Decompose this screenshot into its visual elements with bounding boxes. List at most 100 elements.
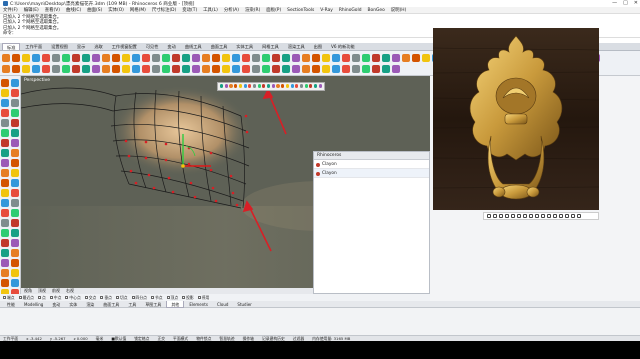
toolbar-row1-tool-icon[interactable] <box>322 54 330 62</box>
left-tool-tool-icon[interactable] <box>1 199 9 207</box>
left-tool-alt-tool-icon[interactable] <box>11 99 19 107</box>
floating-tool-icon[interactable] <box>234 84 238 88</box>
menu-panels[interactable]: 面板(P) <box>266 7 281 13</box>
toolbar-row1-tool-icon[interactable] <box>352 54 360 62</box>
toolbar-row1-tool-icon[interactable] <box>252 54 260 62</box>
btab-sketch-tools[interactable]: 草图工具 <box>141 301 165 308</box>
left-tool-alt-tool-icon[interactable] <box>11 119 19 127</box>
toolbar-row2-tool-icon[interactable] <box>62 65 70 73</box>
floating-tool-icon[interactable] <box>238 84 242 88</box>
toolbar-row1-tool-icon[interactable] <box>372 54 380 62</box>
floating-toolbar[interactable] <box>217 82 325 91</box>
toolbar-row2-tool-icon[interactable] <box>352 65 360 73</box>
osnap-checkbox[interactable] <box>65 296 69 299</box>
toolbar-row1-tool-icon[interactable] <box>212 54 220 62</box>
toolbar-row2-tool-icon[interactable] <box>22 65 30 73</box>
left-tool-alt-tool-icon[interactable] <box>11 79 19 87</box>
toolbar-row2-tool-icon[interactable] <box>102 65 110 73</box>
photo-tool-icon[interactable] <box>487 214 491 218</box>
floating-tool-icon[interactable] <box>267 84 271 88</box>
toolbar-row1-tool-icon[interactable] <box>2 54 10 62</box>
left-tool-tool-icon[interactable] <box>1 239 9 247</box>
left-tool-tool-icon[interactable] <box>1 79 9 87</box>
toolbar-row1-tool-icon[interactable] <box>62 54 70 62</box>
toolbar-row2-tool-icon[interactable] <box>42 65 50 73</box>
toolbar-row1-tool-icon[interactable] <box>312 54 320 62</box>
tab-standard[interactable]: 标准 <box>2 43 21 50</box>
close-button[interactable]: ✕ <box>634 0 638 6</box>
floating-tool-icon[interactable] <box>224 84 228 88</box>
tab-viewport-layout[interactable]: 工作视窗配置 <box>107 43 141 50</box>
tab-solid-tools[interactable]: 实体工具 <box>232 43 258 50</box>
floating-tool-icon[interactable] <box>318 84 322 88</box>
left-tool-tool-icon[interactable] <box>1 159 9 167</box>
left-tool-tool-icon[interactable] <box>1 209 9 217</box>
osnap-checkbox[interactable] <box>182 296 186 299</box>
toolbar-row2-tool-icon[interactable] <box>112 65 120 73</box>
osnap-checkbox[interactable] <box>3 296 6 299</box>
menu-transform[interactable]: 变动(T) <box>182 7 197 13</box>
toolbar-row2-tool-icon[interactable] <box>172 65 180 73</box>
left-tool-alt-tool-icon[interactable] <box>11 219 19 227</box>
photo-tool-icon[interactable] <box>535 214 539 218</box>
osnap-checkbox[interactable] <box>131 296 135 299</box>
floating-tool-icon[interactable] <box>220 84 224 88</box>
toolbar-row2-tool-icon[interactable] <box>52 65 60 73</box>
photo-tool-icon[interactable] <box>577 214 581 218</box>
toolbar-row1-tool-icon[interactable] <box>282 54 290 62</box>
left-tool-tool-icon[interactable] <box>1 179 9 187</box>
toolbar-row1-tool-icon[interactable] <box>412 54 420 62</box>
floating-tool-icon[interactable] <box>229 84 233 88</box>
photo-tool-icon[interactable] <box>547 214 551 218</box>
toolbar-row1-tool-icon[interactable] <box>192 54 200 62</box>
left-tool-tool-icon[interactable] <box>1 89 9 97</box>
floating-tool-icon[interactable] <box>309 84 313 88</box>
floating-tool-icon[interactable] <box>290 84 294 88</box>
menu-solid[interactable]: 实体(O) <box>108 7 124 13</box>
left-tool-tool-icon[interactable] <box>1 279 9 287</box>
tab-visibility[interactable]: 可见性 <box>141 43 163 50</box>
viewport-label[interactable]: Perspective <box>24 78 50 83</box>
photo-tool-icon[interactable] <box>553 214 557 218</box>
left-tool-alt-tool-icon[interactable] <box>11 209 19 217</box>
osnap-checkbox[interactable] <box>18 296 22 299</box>
left-tool-alt-tool-icon[interactable] <box>11 109 19 117</box>
left-tool-tool-icon[interactable] <box>1 129 9 137</box>
menu-rhinogold[interactable]: RhinoGold <box>339 8 362 13</box>
left-tool-tool-icon[interactable] <box>1 109 9 117</box>
toolbar-row1-tool-icon[interactable] <box>32 54 40 62</box>
toolbar-row1-tool-icon[interactable] <box>232 54 240 62</box>
toolbar-row1-tool-icon[interactable] <box>152 54 160 62</box>
left-tool-alt-tool-icon[interactable] <box>11 199 19 207</box>
photo-tool-icon[interactable] <box>511 214 515 218</box>
left-tool-tool-icon[interactable] <box>1 219 9 227</box>
toolbar-row2-tool-icon[interactable] <box>392 65 400 73</box>
menu-render[interactable]: 渲染(R) <box>245 7 260 13</box>
left-tool-alt-tool-icon[interactable] <box>11 129 19 137</box>
left-tool-tool-icon[interactable] <box>1 229 9 237</box>
photo-tool-icon[interactable] <box>493 214 497 218</box>
toolbar-row2-tool-icon[interactable] <box>2 65 10 73</box>
btab-studier[interactable]: Studier <box>233 301 255 308</box>
menu-surface[interactable]: 曲面(S) <box>87 7 102 13</box>
menu-mesh[interactable]: 网格(M) <box>130 7 146 13</box>
toolbar-row1-tool-icon[interactable] <box>42 54 50 62</box>
photo-tool-icon[interactable] <box>517 214 521 218</box>
toolbar-row2-tool-icon[interactable] <box>212 65 220 73</box>
toolbar-row1-tool-icon[interactable] <box>172 54 180 62</box>
left-tool-alt-tool-icon[interactable] <box>11 169 19 177</box>
photo-tool-icon[interactable] <box>499 214 503 218</box>
floating-tool-icon[interactable] <box>281 84 285 88</box>
tab-drafting[interactable]: 出图 <box>309 43 327 50</box>
osnap-checkbox[interactable] <box>49 296 53 299</box>
toolbar-row2-tool-icon[interactable] <box>182 65 190 73</box>
toolbar-row2-tool-icon[interactable] <box>222 65 230 73</box>
toolbar-row2-tool-icon[interactable] <box>302 65 310 73</box>
left-tool-alt-tool-icon[interactable] <box>11 259 19 267</box>
toolbar-row1-tool-icon[interactable] <box>22 54 30 62</box>
menu-bongeo[interactable]: BonGeo <box>368 8 385 13</box>
left-tool-tool-icon[interactable] <box>1 249 9 257</box>
left-tool-tool-icon[interactable] <box>1 189 9 197</box>
menu-dimension[interactable]: 尺寸标注(D) <box>152 7 176 13</box>
toolbar-row2-tool-icon[interactable] <box>282 65 290 73</box>
